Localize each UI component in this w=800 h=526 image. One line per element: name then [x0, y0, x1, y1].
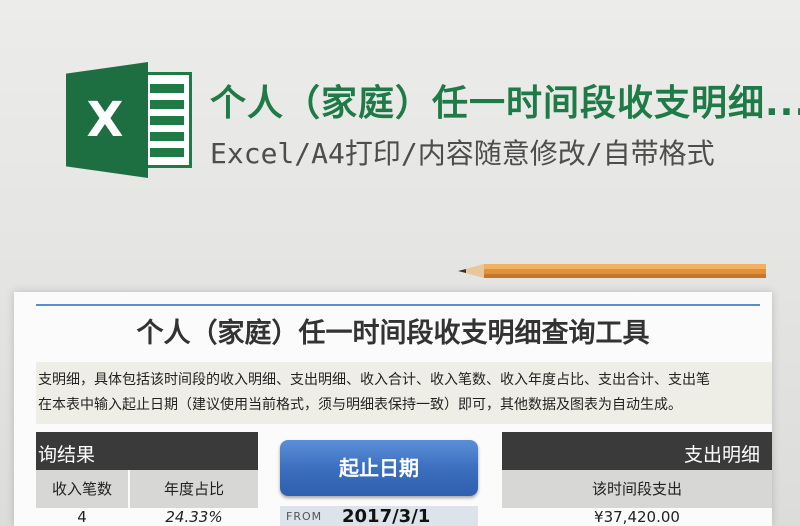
expense-detail-header-label: 支出明细 [683, 444, 760, 466]
grid-cell [150, 116, 184, 125]
from-date-value[interactable]: 2017/3/1 [342, 506, 430, 526]
expense-detail-header: 支出明细 [502, 432, 772, 470]
from-date-field[interactable]: FROM 2017/3/1 [280, 506, 478, 526]
excel-x-letter: X [86, 92, 124, 148]
spreadsheet-preview: 个人（家庭）任一时间段收支明细查询工具 支明细，具体包括该时间段的收入明细、支出… [14, 292, 772, 526]
grid-cell [150, 132, 184, 141]
excel-logo-icon: X [66, 62, 194, 178]
description-box: 支明细，具体包括该时间段的收入明细、支出明细、收入合计、收入笔数、收入年度占比、… [36, 362, 772, 424]
query-result-header-label: 询结果 [38, 444, 96, 466]
column-header-period-expense: 该时间段支出 [502, 470, 772, 508]
column-header-annual-share: 年度占比 [130, 470, 258, 508]
sheet-title: 个人（家庭）任一时间段收支明细查询工具 [136, 318, 650, 349]
annual-share-value[interactable]: 24.33% [130, 508, 258, 526]
banner-subtitle: Excel/A4打印/内容随意修改/自带格式 [210, 137, 715, 170]
description-line: 在本表中输入起止日期（建议使用当前格式，须与明细表保持一致）即可，其他数据及图表… [38, 397, 682, 413]
from-label: FROM [286, 510, 323, 523]
income-count-value[interactable]: 4 [36, 508, 128, 526]
column-header-income-count: 收入笔数 [36, 470, 128, 508]
date-range-button[interactable]: 起止日期 [280, 440, 478, 496]
grid-cell [150, 148, 184, 157]
description-line: 支明细，具体包括该时间段的收入明细、支出明细、收入合计、收入笔数、收入年度占比、… [38, 372, 710, 388]
query-result-header: 询结果 [36, 432, 258, 470]
pencil-icon [458, 264, 766, 278]
banner-title: 个人（家庭）任一时间段收支明细... [210, 83, 800, 120]
period-expense-value[interactable]: ¥37,420.00 [502, 508, 772, 526]
grid-cell [150, 100, 184, 109]
divider [36, 304, 760, 306]
grid-cell [150, 84, 184, 93]
